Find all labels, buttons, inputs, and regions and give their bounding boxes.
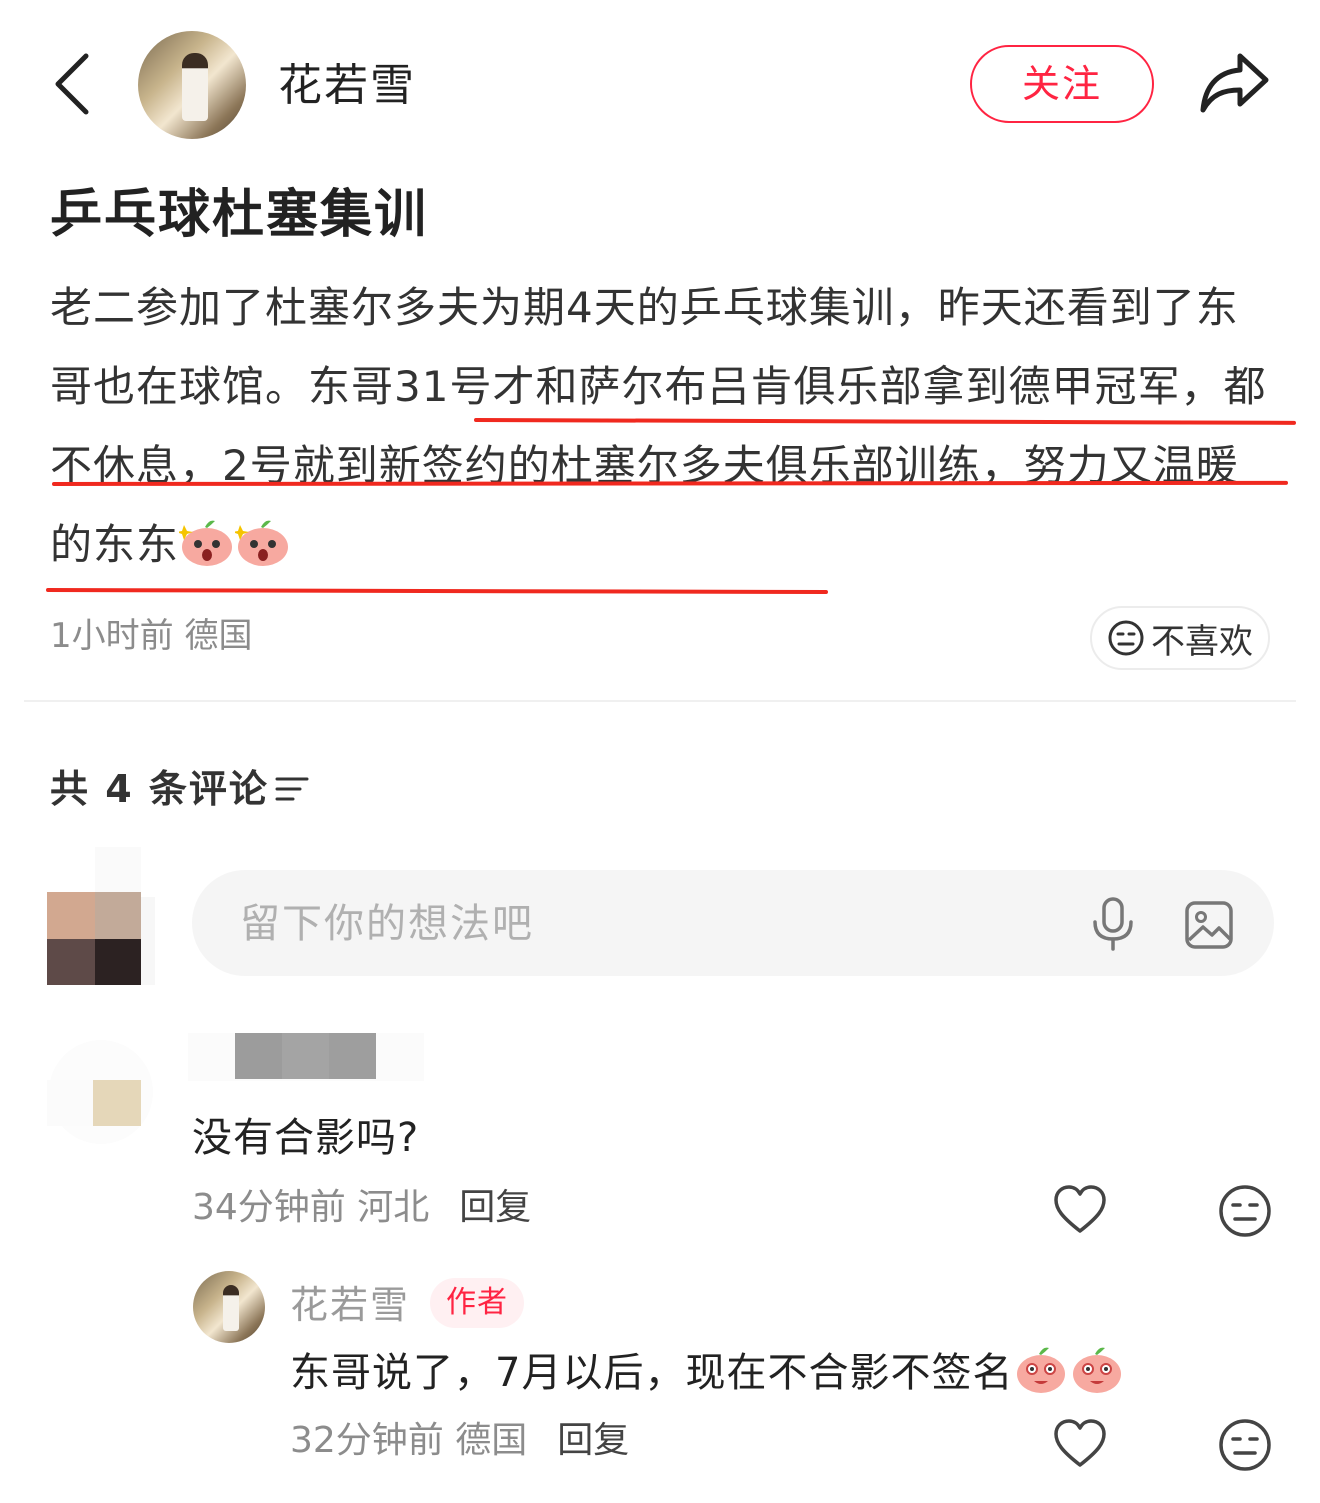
neutral-face-icon [1108, 620, 1144, 656]
reply-location: 德国 [455, 1420, 528, 1461]
comment-text: 没有合影吗? [192, 1115, 420, 1161]
post-meta: 1小时前 德国 [50, 612, 252, 660]
author-badge: 作者 [430, 1278, 524, 1328]
reply-text-content: 东哥说了，7月以后，现在不合影不签名 [290, 1350, 1014, 1396]
red-underline [45, 588, 829, 595]
my-avatar-pixelated [47, 847, 155, 987]
microphone-icon[interactable] [1090, 896, 1136, 952]
shocked-peach-emoji [179, 517, 235, 567]
shocked-peach-emoji [235, 517, 291, 567]
post-location: 德国 [184, 616, 253, 656]
like-heart-icon[interactable] [1052, 1418, 1108, 1470]
post-body: 老二参加了杜塞尔多夫为期4天的乒乓球集训，昨天还看到了东哥也在球馆。东哥31号才… [50, 268, 1280, 584]
dislike-face-icon[interactable] [1218, 1184, 1272, 1238]
commenter-name-pixelated[interactable] [188, 1033, 424, 1081]
reply-time: 32分钟前 [290, 1420, 444, 1461]
comments-count: 共 4 条评论 [50, 767, 269, 811]
giggle-peach-emoji [1069, 1344, 1125, 1394]
comment-meta: 34分钟前 河北 回复 [192, 1183, 531, 1233]
author-reply-avatar[interactable] [193, 1271, 265, 1343]
divider [24, 700, 1296, 702]
reply-button[interactable]: 回复 [459, 1187, 531, 1228]
dislike-button[interactable]: 不喜欢 [1090, 606, 1270, 670]
giggle-peach-emoji [1013, 1344, 1069, 1394]
chevron-left-icon [55, 53, 89, 115]
dislike-label: 不喜欢 [1151, 621, 1253, 662]
reply-text: 东哥说了，7月以后，现在不合影不签名 [290, 1344, 1125, 1402]
sort-icon[interactable] [274, 774, 310, 804]
post-time: 1小时前 [50, 616, 174, 656]
post-title: 乒乓球杜塞集训 [50, 185, 429, 245]
image-upload-icon[interactable] [1184, 900, 1234, 950]
share-button[interactable] [1198, 50, 1270, 116]
author-avatar[interactable] [138, 31, 246, 139]
comment-input-placeholder: 留下你的想法吧 [240, 901, 534, 947]
dislike-face-icon[interactable] [1218, 1418, 1272, 1472]
reply-author-name[interactable]: 花若雪 [290, 1279, 410, 1331]
share-arrow-icon [1200, 53, 1269, 113]
comment-time: 34分钟前 [192, 1187, 346, 1228]
reply-button[interactable]: 回复 [557, 1420, 629, 1461]
like-heart-icon[interactable] [1052, 1184, 1108, 1236]
reply-meta: 32分钟前 德国 回复 [290, 1416, 629, 1466]
follow-button[interactable]: 关注 [970, 45, 1154, 123]
author-name[interactable]: 花若雪 [278, 58, 416, 114]
commenter-avatar-pixelated[interactable] [47, 1038, 155, 1146]
comment-location: 河北 [357, 1187, 430, 1228]
back-button[interactable] [50, 52, 96, 116]
